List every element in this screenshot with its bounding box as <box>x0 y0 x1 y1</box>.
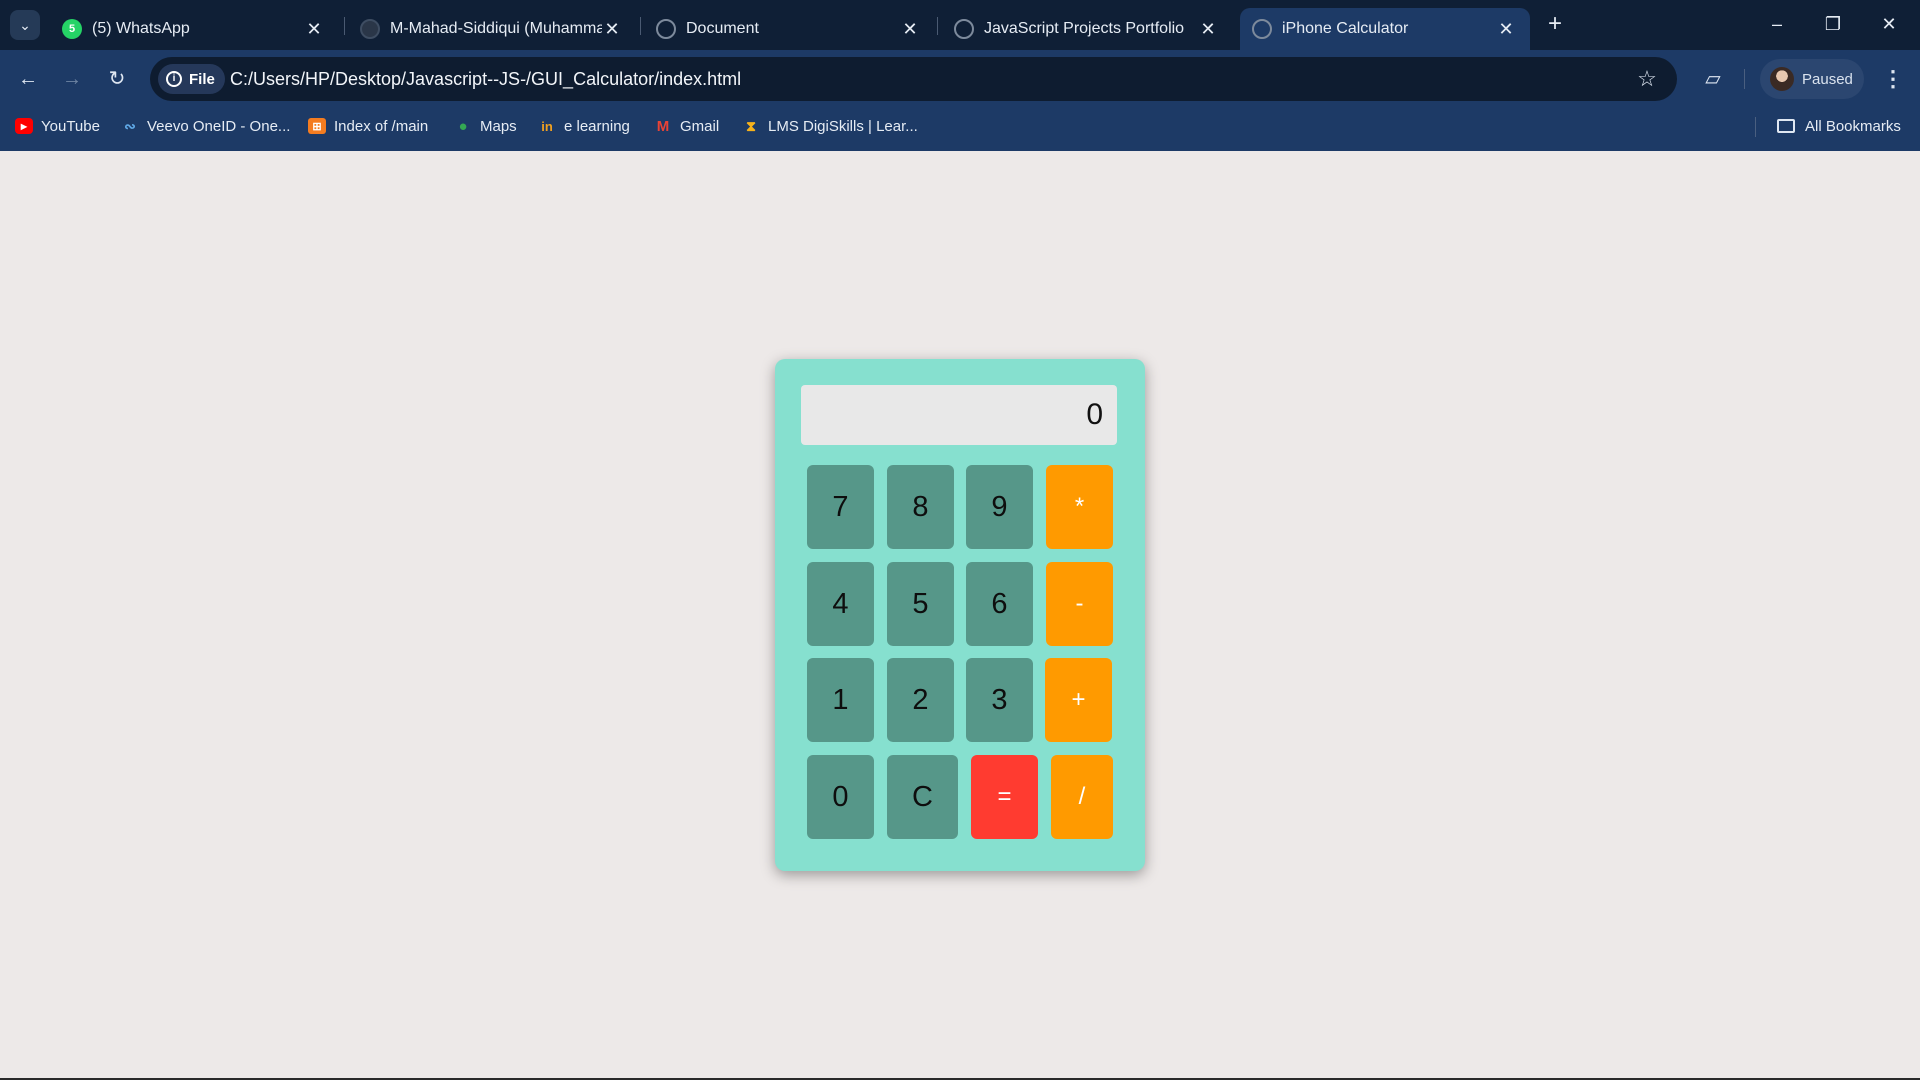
close-icon: ✕ <box>1881 14 1897 34</box>
key-4[interactable]: 4 <box>807 562 874 646</box>
tab-search-button[interactable]: ⌄ <box>10 10 40 40</box>
new-tab-button[interactable]: + <box>1540 12 1570 38</box>
plus-icon: + <box>1547 10 1562 37</box>
bookmark-youtube[interactable]: ▶ YouTube <box>15 108 100 144</box>
key-7[interactable]: 7 <box>807 465 874 549</box>
bookmark-label: e learning <box>564 117 630 135</box>
bookmark-label: Index of /main <box>334 117 429 135</box>
bookmarks-divider <box>1755 117 1756 137</box>
extensions-icon[interactable]: ▱ <box>1698 64 1728 94</box>
back-button[interactable]: ← <box>13 64 43 94</box>
reload-button[interactable]: ↻ <box>102 64 132 94</box>
more-vertical-icon: ⋮ <box>1882 66 1904 91</box>
bookmark-label: LMS DigiSkills | Lear... <box>768 117 918 135</box>
tab-strip: ⌄ 5 (5) WhatsApp ✕ M-Mahad-Siddiqui (Muh… <box>0 0 1920 50</box>
key-1[interactable]: 1 <box>807 658 874 742</box>
chevron-down-icon: ⌄ <box>19 16 31 33</box>
tab-title: iPhone Calculator <box>1282 20 1409 37</box>
key-6[interactable]: 6 <box>966 562 1033 646</box>
youtube-icon: ▶ <box>15 118 33 134</box>
subtract-button[interactable]: - <box>1046 562 1113 646</box>
bookmark-lms-digiskills[interactable]: ⧗ LMS DigiSkills | Lear... <box>742 108 918 144</box>
digiskills-icon: ⧗ <box>746 117 756 134</box>
tab-js-portfolio[interactable]: JavaScript Projects Portfolio ✕ <box>942 8 1232 50</box>
bookmark-gmail[interactable]: M Gmail <box>654 108 719 144</box>
reload-icon: ↻ <box>108 68 126 90</box>
profile-button[interactable]: Paused <box>1760 59 1864 99</box>
folder-icon <box>1777 119 1795 133</box>
tab-whatsapp[interactable]: 5 (5) WhatsApp ✕ <box>50 8 338 50</box>
multiply-button[interactable]: * <box>1046 465 1113 549</box>
minimize-button[interactable]: – <box>1754 8 1800 40</box>
site-info-label: File <box>189 70 215 88</box>
bookmark-label: Veevo OneID - One... <box>147 117 291 135</box>
tab-divider <box>344 17 345 35</box>
add-button[interactable]: + <box>1045 658 1112 742</box>
tab-title: Document <box>686 20 759 37</box>
all-bookmarks-button[interactable]: All Bookmarks <box>1777 108 1901 144</box>
key-3[interactable]: 3 <box>966 658 1033 742</box>
browser-menu-button[interactable]: ⋮ <box>1878 64 1908 94</box>
close-icon[interactable]: ✕ <box>900 19 920 40</box>
clear-button[interactable]: C <box>887 755 958 839</box>
github-icon <box>360 19 380 39</box>
profile-status: Paused <box>1802 70 1853 88</box>
key-8[interactable]: 8 <box>887 465 954 549</box>
tab-title: M-Mahad-Siddiqui (Muhammad <box>390 20 602 37</box>
bookmarks-bar: ▶ YouTube ∾ Veevo OneID - One... ⊞ Index… <box>0 108 1920 151</box>
url-text[interactable]: C:/Users/HP/Desktop/Javascript--JS-/GUI_… <box>230 57 741 101</box>
globe-icon <box>1252 19 1272 39</box>
bookmark-label: YouTube <box>41 117 100 135</box>
arrow-right-icon: → <box>62 68 82 90</box>
tab-iphone-calculator[interactable]: iPhone Calculator ✕ <box>1240 8 1530 50</box>
bookmark-label: Maps <box>480 117 517 135</box>
maps-pin-icon: ● <box>458 117 468 135</box>
avatar <box>1770 67 1794 91</box>
close-icon[interactable]: ✕ <box>1496 19 1516 40</box>
address-bar[interactable]: i File C:/Users/HP/Desktop/Javascript--J… <box>150 57 1677 101</box>
close-icon[interactable]: ✕ <box>1198 19 1218 40</box>
index-icon: ⊞ <box>308 118 326 134</box>
restore-icon: ❐ <box>1824 14 1842 34</box>
whatsapp-icon: 5 <box>62 19 82 39</box>
forward-button[interactable]: → <box>57 64 87 94</box>
veevo-icon: ∾ <box>124 117 136 134</box>
bookmark-label: Gmail <box>680 117 720 135</box>
close-icon[interactable]: ✕ <box>602 19 622 40</box>
bookmark-e-learning[interactable]: in e learning <box>538 108 630 144</box>
globe-icon <box>656 19 676 39</box>
calculator: 0 7 8 9 * 4 5 6 - 1 2 3 + 0 C = / <box>775 359 1145 871</box>
browser-toolbar: ← → ↻ i File C:/Users/HP/Desktop/Javascr… <box>0 50 1920 108</box>
key-0[interactable]: 0 <box>807 755 874 839</box>
bookmark-veevo[interactable]: ∾ Veevo OneID - One... <box>121 108 290 144</box>
toolbar-divider <box>1744 69 1745 89</box>
equals-button[interactable]: = <box>971 755 1038 839</box>
tab-title: JavaScript Projects Portfolio <box>984 20 1185 37</box>
all-bookmarks-label: All Bookmarks <box>1805 117 1901 135</box>
close-window-button[interactable]: ✕ <box>1866 8 1912 40</box>
gmail-icon: M <box>656 117 670 135</box>
tab-title: (5) WhatsApp <box>92 20 190 37</box>
arrow-left-icon: ← <box>18 68 38 90</box>
bookmark-maps[interactable]: ● Maps <box>454 108 517 144</box>
tab-divider <box>640 17 641 35</box>
elearning-icon: in <box>541 118 553 134</box>
globe-icon <box>954 19 974 39</box>
restore-button[interactable]: ❐ <box>1810 8 1856 40</box>
key-9[interactable]: 9 <box>966 465 1033 549</box>
bookmark-star-icon[interactable]: ☆ <box>1633 65 1661 93</box>
key-5[interactable]: 5 <box>887 562 954 646</box>
calculator-display: 0 <box>801 385 1117 445</box>
divide-button[interactable]: / <box>1051 755 1113 839</box>
info-icon: i <box>166 71 182 87</box>
tab-github[interactable]: M-Mahad-Siddiqui (Muhammad ✕ <box>348 8 636 50</box>
minimize-icon: – <box>1771 14 1782 34</box>
bookmark-index-main[interactable]: ⊞ Index of /main <box>308 108 428 144</box>
key-2[interactable]: 2 <box>887 658 954 742</box>
tab-document[interactable]: Document ✕ <box>644 8 934 50</box>
close-icon[interactable]: ✕ <box>304 19 324 40</box>
site-info-chip[interactable]: i File <box>158 64 225 94</box>
tab-divider <box>937 17 938 35</box>
